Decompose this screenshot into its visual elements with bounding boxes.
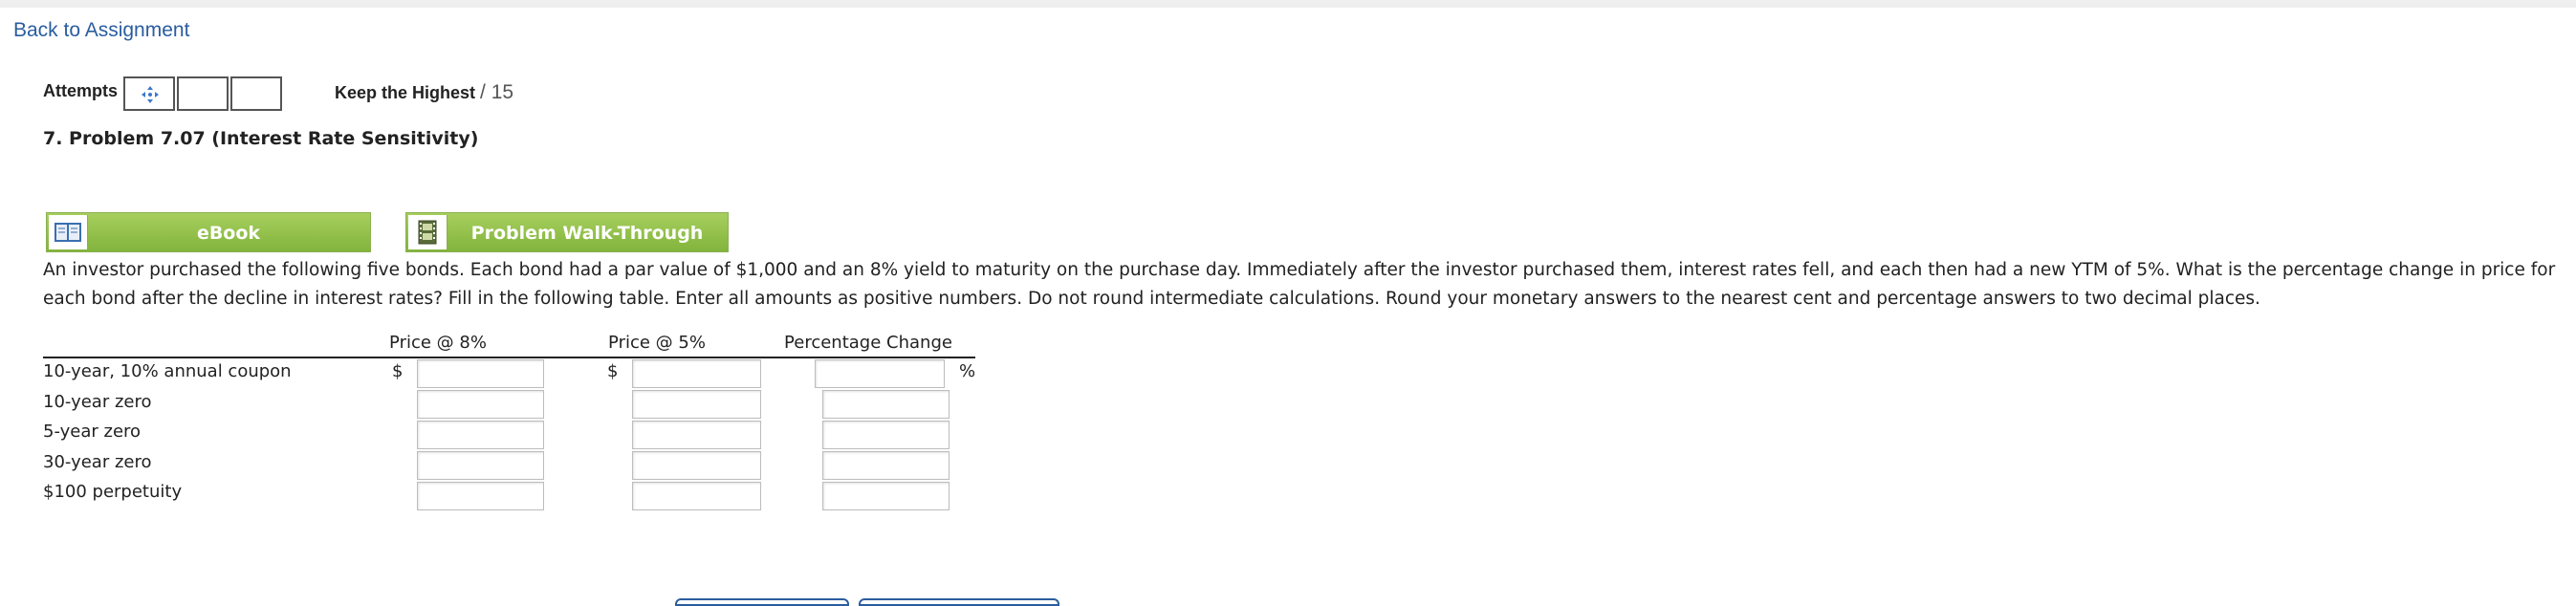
price-8-input[interactable] (417, 451, 544, 480)
attempt-box-3 (230, 76, 282, 111)
price-8-input[interactable] (417, 482, 544, 510)
move-arrows-icon (142, 86, 159, 103)
currency-symbol: $ (392, 361, 404, 381)
film-icon (408, 215, 448, 249)
header-price-5: Price @ 5% (608, 333, 706, 353)
walkthrough-label: Problem Walk-Through (470, 223, 704, 244)
percentage-change-input[interactable] (822, 482, 950, 510)
keep-highest-text: Keep the Highest (335, 83, 476, 102)
bottom-button-1[interactable] (675, 598, 849, 606)
score-total: / 15 (480, 81, 514, 103)
price-5-input[interactable] (632, 359, 761, 388)
row-label: 10-year, 10% annual coupon (43, 361, 292, 381)
attempt-box-1 (123, 76, 175, 111)
percentage-change-input[interactable] (822, 451, 950, 480)
currency-symbol: $ (607, 361, 619, 381)
ebook-button[interactable]: eBook (46, 212, 371, 252)
attempts-label: Attempts (43, 81, 119, 100)
header-percentage-change: Percentage Change (784, 333, 952, 353)
percentage-change-input[interactable] (822, 421, 950, 449)
problem-title: 7. Problem 7.07 (Interest Rate Sensitivi… (43, 128, 479, 149)
row-label: $100 perpetuity (43, 482, 183, 502)
price-8-input[interactable] (417, 390, 544, 419)
header-price-8: Price @ 8% (389, 333, 487, 353)
price-8-input[interactable] (417, 421, 544, 449)
problem-instructions: An investor purchased the following five… (43, 260, 2556, 309)
back-to-assignment-link[interactable]: Back to Assignment (13, 19, 189, 42)
price-5-input[interactable] (632, 482, 761, 510)
keep-highest-label: Keep the Highest / 15 (335, 81, 513, 104)
percentage-change-input[interactable] (815, 359, 945, 388)
percent-symbol: % (959, 361, 976, 381)
price-5-input[interactable] (632, 390, 761, 419)
percentage-change-input[interactable] (822, 390, 950, 419)
row-label: 5-year zero (43, 422, 142, 442)
attempt-box-2 (177, 76, 229, 111)
row-label: 10-year zero (43, 392, 152, 412)
top-bar (0, 0, 2576, 8)
problem-walkthrough-button[interactable]: Problem Walk-Through (405, 212, 729, 252)
price-5-input[interactable] (632, 421, 761, 449)
book-icon (49, 215, 88, 249)
ebook-label: eBook (196, 223, 261, 244)
price-5-input[interactable] (632, 451, 761, 480)
table-header-rule (43, 357, 975, 358)
price-8-input[interactable] (417, 359, 544, 388)
bottom-button-2[interactable] (859, 598, 1059, 606)
row-label: 30-year zero (43, 452, 152, 472)
